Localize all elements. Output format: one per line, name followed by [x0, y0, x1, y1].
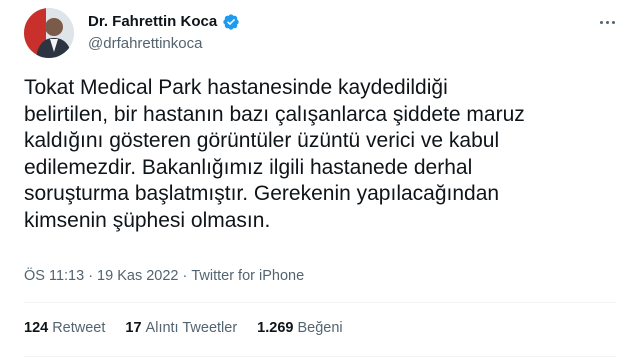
tweet-stats: 124 Retweet 17 Alıntı Tweetler 1.269 Beğ…	[24, 318, 343, 338]
tweet-card: Dr. Fahrettin Koca @drfahrettinkoca Toka…	[0, 0, 640, 357]
likes-count: 1.269	[257, 320, 294, 336]
retweets-label: Retweet	[52, 320, 106, 336]
avatar[interactable]	[24, 8, 74, 58]
author-name[interactable]: Dr. Fahrettin Koca	[88, 12, 217, 32]
tweet-date[interactable]: 19 Kas 2022	[97, 266, 178, 286]
meta-separator: ·	[182, 268, 188, 284]
tweet-time[interactable]: ÖS 11:13	[24, 266, 84, 286]
author-name-row[interactable]: Dr. Fahrettin Koca	[88, 12, 240, 32]
verified-badge-icon	[223, 14, 239, 30]
author-handle[interactable]: @drfahrettinkoca	[88, 34, 202, 54]
likes-stat[interactable]: 1.269 Beğeni	[257, 318, 342, 338]
quotes-stat[interactable]: 17 Alıntı Tweetler	[125, 318, 237, 338]
tweet-meta: ÖS 11:13 · 19 Kas 2022 · Twitter for iPh…	[24, 266, 304, 286]
tweet-source[interactable]: Twitter for iPhone	[191, 266, 304, 286]
quotes-label: Alıntı Tweetler	[145, 320, 238, 336]
tweet-text: Tokat Medical Park hastanesinde kaydedil…	[24, 76, 525, 232]
retweets-count: 124	[24, 320, 49, 336]
quotes-count: 17	[125, 320, 142, 336]
retweets-stat[interactable]: 124 Retweet	[24, 318, 105, 338]
likes-label: Beğeni	[297, 320, 343, 336]
meta-separator: ·	[88, 268, 94, 284]
divider	[24, 302, 616, 303]
more-options-icon[interactable]	[594, 12, 620, 32]
